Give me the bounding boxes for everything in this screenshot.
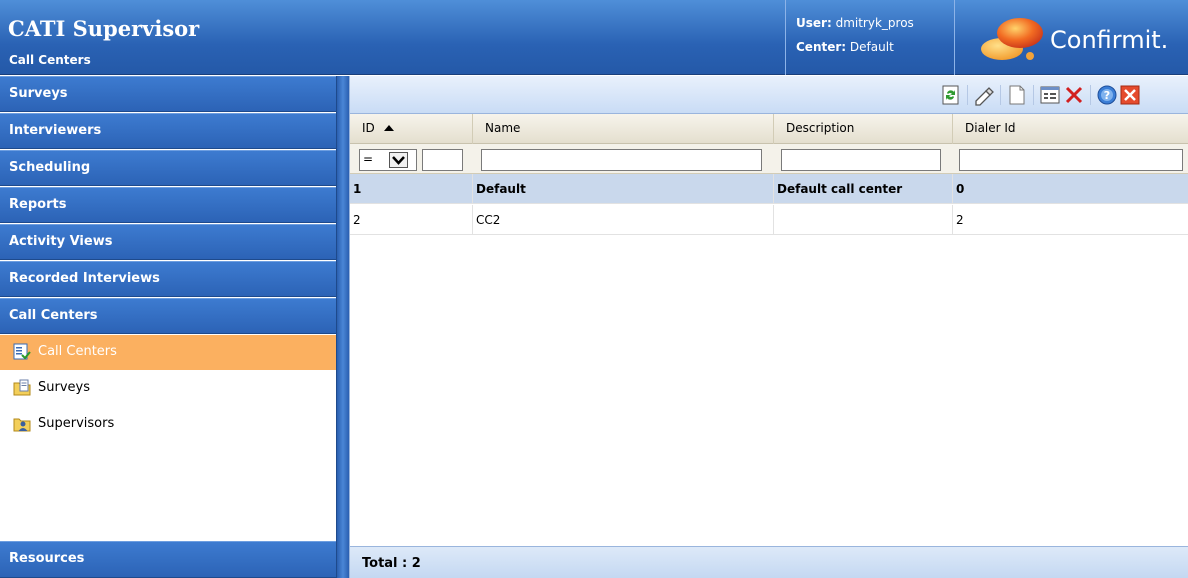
nav-interviewers[interactable]: Interviewers — [0, 113, 336, 149]
cell-id: 1 — [350, 174, 473, 204]
sidebar-item-supervisors[interactable]: Supervisors — [0, 407, 336, 442]
refresh-icon[interactable] — [940, 84, 962, 106]
logo-text: Confirmit. — [1050, 26, 1169, 54]
dialer-id-filter-input[interactable] — [959, 149, 1183, 171]
app-title: CATI Supervisor — [8, 16, 200, 41]
nav-resources[interactable]: Resources — [0, 541, 336, 578]
toolbar-separator — [1090, 85, 1091, 105]
cell-name: Default — [473, 174, 774, 204]
column-label: ID — [362, 121, 375, 135]
id-filter-input[interactable] — [422, 149, 463, 171]
folder-document-icon — [13, 379, 31, 396]
cell-name: CC2 — [473, 205, 774, 235]
logo-bubble-icon — [981, 18, 1043, 60]
toolbar-separator — [967, 85, 968, 105]
table-row[interactable]: 1 Default Default call center 0 — [350, 174, 1188, 204]
grid-header: ID Name Description Dialer Id — [350, 114, 1188, 144]
column-header-description[interactable]: Description — [774, 114, 953, 144]
app-header: CATI Supervisor Call Centers User: dmitr… — [0, 0, 1188, 75]
filter-row: = — [350, 144, 1188, 174]
column-header-id[interactable]: ID — [350, 114, 473, 144]
toolbar: ? — [350, 76, 1188, 114]
cell-description: Default call center — [774, 174, 953, 204]
call-centers-icon — [13, 343, 31, 360]
user-info-box: User: dmitryk_pros Center: Default — [785, 0, 955, 75]
nav-scheduling[interactable]: Scheduling — [0, 150, 336, 186]
sidebar-splitter[interactable] — [336, 76, 349, 578]
sort-ascending-icon — [383, 125, 394, 131]
chevron-down-icon[interactable] — [389, 152, 408, 168]
sidebar-item-label: Surveys — [38, 380, 90, 395]
properties-icon[interactable] — [1039, 84, 1061, 106]
sidebar-item-label: Supervisors — [38, 416, 115, 431]
confirmit-logo: Confirmit. — [970, 12, 1182, 64]
main-panel: ? ID Name Description Dialer Id = 1 Defa… — [349, 76, 1188, 578]
sidebar-item-surveys[interactable]: Surveys — [0, 371, 336, 406]
user-label: User: — [796, 16, 832, 30]
cell-dialer-id: 0 — [956, 182, 965, 196]
cell-id: 2 — [350, 205, 473, 235]
page-subtitle: Call Centers — [9, 53, 91, 67]
column-header-name[interactable]: Name — [473, 114, 774, 144]
center-label: Center: — [796, 40, 847, 54]
delete-icon[interactable] — [1063, 84, 1085, 106]
toolbar-separator — [1000, 85, 1001, 105]
sidebar: Surveys Interviewers Scheduling Reports … — [0, 76, 336, 578]
help-icon[interactable]: ? — [1096, 84, 1118, 106]
user-line: User: dmitryk_pros — [796, 16, 914, 30]
operator-value: = — [363, 152, 374, 166]
nav-surveys[interactable]: Surveys — [0, 76, 336, 112]
cell-description — [774, 205, 953, 235]
center-line: Center: Default — [796, 40, 894, 54]
column-header-dialer-id[interactable]: Dialer Id — [953, 114, 1188, 144]
folder-user-icon — [13, 418, 31, 432]
nav-call-centers[interactable]: Call Centers — [0, 298, 336, 334]
cell-dialer-id: 2 — [956, 213, 964, 227]
user-value: dmitryk_pros — [835, 16, 914, 30]
nav-recorded-interviews[interactable]: Recorded Interviews — [0, 261, 336, 297]
new-icon[interactable] — [1006, 84, 1028, 106]
svg-text:?: ? — [1104, 89, 1110, 102]
sidebar-item-call-centers[interactable]: Call Centers — [0, 335, 336, 370]
id-operator-select[interactable]: = — [359, 149, 417, 171]
name-filter-input[interactable] — [481, 149, 762, 171]
table-row[interactable]: 2 CC2 2 — [350, 205, 1188, 235]
edit-icon[interactable] — [973, 84, 995, 106]
close-icon[interactable] — [1119, 84, 1141, 106]
description-filter-input[interactable] — [781, 149, 941, 171]
nav-reports[interactable]: Reports — [0, 187, 336, 223]
toolbar-separator — [1033, 85, 1034, 105]
sidebar-item-label: Call Centers — [38, 344, 117, 359]
center-value: Default — [849, 40, 894, 54]
nav-activity-views[interactable]: Activity Views — [0, 224, 336, 260]
grid-footer-total: Total : 2 — [350, 546, 1188, 578]
